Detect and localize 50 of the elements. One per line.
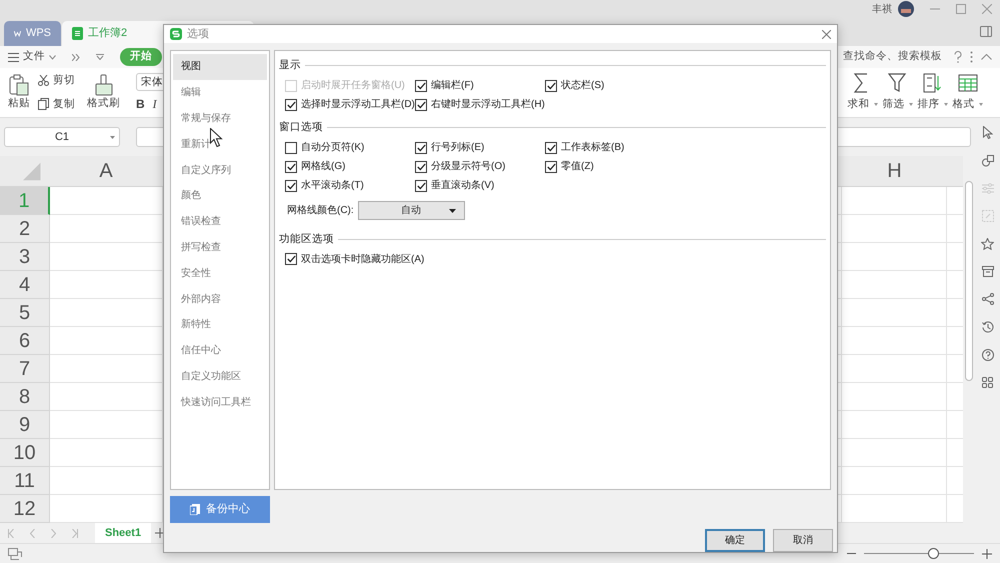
section-title: 窗口选项 [279,120,323,135]
checkbox-option[interactable]: 分级显示符号(O) [415,158,506,174]
backup-center-button[interactable]: 备份中心 [170,496,270,523]
row-header[interactable]: 12 [0,495,50,523]
checkbox-option[interactable]: 水平滚动条(T) [285,178,364,194]
dialog-title: 选项 [187,26,209,42]
format-painter-button[interactable]: 格式刷 [87,74,120,112]
ribbon-button[interactable]: 排序 [916,72,949,112]
file-menu[interactable]: 文件 [8,49,56,65]
paste-button[interactable]: 粘贴 [8,74,30,112]
row-header[interactable]: 6 [0,327,50,355]
checkbox-option[interactable]: 行号列标(E) [415,140,484,156]
nav-item[interactable]: 视图 [173,54,267,80]
checkbox-option[interactable]: 编辑栏(F) [415,78,474,94]
checkbox-option: 启动时展开任务窗格(U) [285,78,405,94]
checkbox-option[interactable]: 垂直滚动条(V) [415,178,494,194]
row-header[interactable]: 8 [0,383,50,411]
italic-button[interactable]: I [152,94,157,112]
section-title: 功能区选项 [279,232,334,246]
checkbox-option[interactable]: 右键时显示浮动工具栏(H) [415,96,545,113]
ribbon-button[interactable]: 格式 [951,72,984,112]
name-box[interactable]: C1 [4,127,120,147]
checkbox-option[interactable]: 状态栏(S) [545,78,604,94]
ribbon-button[interactable]: 求和 [846,72,879,112]
cut-button[interactable]: 剪切 [38,72,75,88]
ok-button[interactable]: 确定 [705,529,765,552]
row-header[interactable]: 4 [0,271,50,299]
checkbox-option[interactable]: 工作表标签(B) [545,140,624,156]
row-header[interactable]: 11 [0,467,50,495]
row-header[interactable]: 3 [0,243,50,271]
checkbox-option[interactable]: 自动分页符(K) [285,140,364,156]
checkbox-option[interactable]: 零值(Z) [545,158,594,174]
user-name: 丰祺 [872,2,892,16]
row-header[interactable]: 10 [0,439,50,467]
gridline-color-dropdown[interactable]: 自动 [358,200,465,220]
field-label: 网格线颜色(C): [287,204,354,218]
section-title: 显示 [279,58,301,73]
cancel-button[interactable]: 取消 [773,529,833,552]
checkbox-option[interactable]: 双击选项卡时隐藏功能区(A) [285,251,424,268]
bold-button[interactable]: B [136,94,145,112]
copy-button[interactable]: 复制 [38,96,75,112]
checkbox-option[interactable]: 选择时显示浮动工具栏(D) [285,96,415,113]
sheet-tab[interactable]: Sheet1 [95,523,152,543]
row-header[interactable]: 7 [0,355,50,383]
row-header[interactable]: 5 [0,299,50,327]
search-field[interactable]: 查找命令、搜索模板 [843,49,946,65]
ribbon-button[interactable]: 筛选 [881,72,914,112]
row-header[interactable]: 2 [0,215,50,243]
row-header[interactable]: 9 [0,411,50,439]
checkbox-option[interactable]: 网格线(G) [285,158,346,174]
